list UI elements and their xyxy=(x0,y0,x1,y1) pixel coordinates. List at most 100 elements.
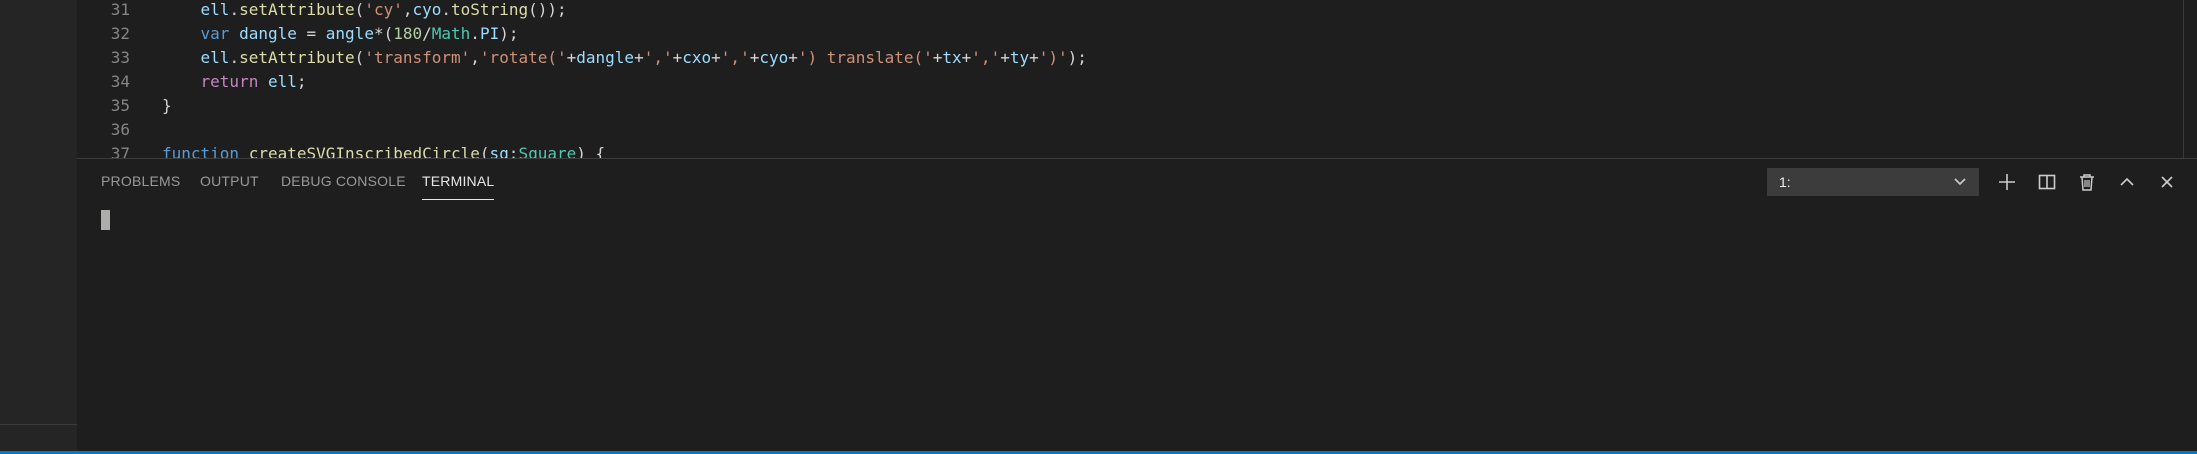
code-token: = xyxy=(296,24,326,43)
code-text: var dangle = angle*(180/Math.PI); xyxy=(162,22,519,46)
sidebar-divider xyxy=(0,424,77,425)
new-terminal-button[interactable] xyxy=(1994,169,2020,195)
chevron-up-icon xyxy=(2120,177,2134,186)
code-text: return ell; xyxy=(162,70,307,94)
tab-output[interactable]: OUTPUT xyxy=(200,173,259,193)
code-token: return xyxy=(200,72,259,91)
code-token: + xyxy=(711,48,721,67)
close-icon xyxy=(2161,176,2173,188)
code-token: tx xyxy=(942,48,962,67)
plus-icon xyxy=(1999,174,2015,190)
code-token: + xyxy=(1029,48,1039,67)
code-token: angle xyxy=(325,24,374,43)
code-token: , xyxy=(470,48,480,67)
code-token: ',' xyxy=(971,48,1001,67)
code-token: ( xyxy=(354,48,365,67)
code-editor[interactable]: 31 ell.setAttribute('cy',cyo.toString())… xyxy=(77,0,2197,158)
code-token: 180 xyxy=(393,24,423,43)
code-token: Math xyxy=(431,24,471,43)
code-token: 'rotate(' xyxy=(479,48,567,67)
trash-icon xyxy=(2080,174,2094,191)
code-text: ell.setAttribute('transform','rotate('+d… xyxy=(162,46,1087,70)
code-token: ') translate(' xyxy=(797,48,933,67)
line-number: 32 xyxy=(110,24,130,43)
code-token: function xyxy=(162,144,240,158)
code-token: + xyxy=(1000,48,1010,67)
split-icon xyxy=(2038,174,2056,190)
code-token: *( xyxy=(373,24,394,43)
chevron-down-icon xyxy=(1953,168,1967,205)
line-number: 34 xyxy=(110,72,130,91)
code-text: } xyxy=(162,94,172,118)
code-token: Square xyxy=(518,144,577,158)
code-token: setAttribute xyxy=(239,48,355,67)
code-token: createSVGInscribedCircle xyxy=(248,144,480,158)
code-token: + xyxy=(566,48,577,67)
split-terminal-button[interactable] xyxy=(2034,169,2060,195)
code-token: ); xyxy=(499,24,519,43)
tab-problems[interactable]: PROBLEMS xyxy=(101,173,180,193)
code-token: ty xyxy=(1009,48,1030,67)
close-panel-button[interactable] xyxy=(2154,169,2180,195)
code-token: + xyxy=(672,48,683,67)
code-token: ( xyxy=(354,0,365,19)
code-token: 'transform' xyxy=(364,48,471,67)
code-token: toString xyxy=(451,0,529,19)
code-token: ell xyxy=(267,72,297,91)
tab-debug-console[interactable]: DEBUG CONSOLE xyxy=(281,173,406,193)
editor-scrollbar-edge[interactable] xyxy=(2183,0,2184,158)
code-token: ); xyxy=(1067,48,1087,67)
code-token: + xyxy=(788,48,798,67)
terminal-cursor[interactable] xyxy=(101,210,110,230)
code-token: . xyxy=(229,0,240,19)
line-number: 35 xyxy=(110,96,130,115)
terminal-select-value: 1: xyxy=(1779,174,1791,190)
code-token: . xyxy=(470,24,480,43)
terminal-select[interactable]: 1: xyxy=(1767,168,1979,196)
line-number: 33 xyxy=(110,48,130,67)
code-token: ()); xyxy=(528,0,567,19)
code-token: ell xyxy=(200,48,230,67)
code-token: + xyxy=(961,48,972,67)
code-token: : xyxy=(508,144,519,158)
code-token: ) { xyxy=(576,144,606,158)
code-token: var xyxy=(200,24,230,43)
tab-terminal[interactable]: TERMINAL xyxy=(422,173,495,200)
code-token: ')' xyxy=(1038,48,1068,67)
code-token: cyo xyxy=(759,48,789,67)
code-token: ; xyxy=(296,72,307,91)
code-token: + xyxy=(932,48,943,67)
line-number: 31 xyxy=(110,0,130,19)
code-token: } xyxy=(162,96,172,115)
code-token: sq xyxy=(489,144,509,158)
code-text: function createSVGInscribedCircle(sq:Squ… xyxy=(162,142,605,158)
code-token: cyo xyxy=(412,0,442,19)
code-token: dangle xyxy=(239,24,297,43)
sidebar xyxy=(0,0,77,451)
code-token: 'cy' xyxy=(364,0,403,19)
kill-terminal-button[interactable] xyxy=(2074,169,2100,195)
code-text: ell.setAttribute('cy',cyo.toString()); xyxy=(162,0,567,22)
code-token: . xyxy=(441,0,452,19)
line-number: 36 xyxy=(110,120,130,139)
code-token: ell xyxy=(200,0,230,19)
code-token: cxo xyxy=(682,48,712,67)
code-token: ',' xyxy=(643,48,673,67)
code-token: setAttribute xyxy=(239,0,355,19)
bottom-panel: PROBLEMS OUTPUT DEBUG CONSOLE TERMINAL 1… xyxy=(77,158,2197,452)
code-token: dangle xyxy=(576,48,635,67)
code-token: + xyxy=(634,48,644,67)
code-token: ',' xyxy=(720,48,750,67)
code-token: PI xyxy=(479,24,500,43)
code-token: ( xyxy=(479,144,490,158)
code-token: . xyxy=(229,48,240,67)
maximize-panel-button[interactable] xyxy=(2114,169,2140,195)
code-token: / xyxy=(422,24,432,43)
